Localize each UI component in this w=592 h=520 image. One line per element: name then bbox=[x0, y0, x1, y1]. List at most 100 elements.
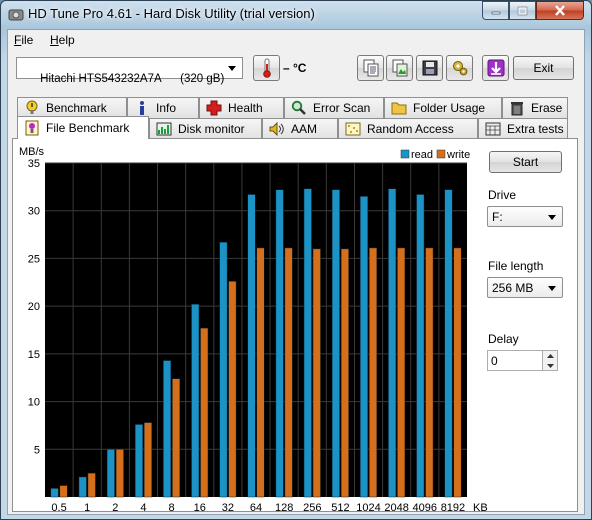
file-length-value: 256 MB bbox=[492, 281, 534, 295]
delay-spinner[interactable] bbox=[542, 350, 558, 371]
tab-label: AAM bbox=[291, 122, 318, 136]
x-tick-label: 256 bbox=[303, 502, 321, 513]
write-bar bbox=[87, 472, 96, 498]
x-tick-label: 8 bbox=[169, 502, 175, 513]
menu-help[interactable]: Help bbox=[50, 33, 75, 47]
read-bar bbox=[331, 189, 340, 498]
y-tick-label: 30 bbox=[28, 206, 40, 218]
read-legend-swatch bbox=[400, 149, 410, 159]
options-button[interactable] bbox=[446, 55, 473, 81]
read-bar bbox=[50, 488, 59, 498]
drive-selector-value: Hitachi HTS543232A7A (320 gB) bbox=[40, 73, 225, 85]
drive-selector-dropdown[interactable]: Hitachi HTS543232A7A (320 gB) bbox=[16, 57, 243, 85]
write-bar bbox=[143, 422, 152, 498]
copy-screenshot-button[interactable] bbox=[386, 55, 413, 81]
minimize-button[interactable] bbox=[482, 1, 509, 20]
tab-extra-tests[interactable]: Extra tests bbox=[478, 118, 568, 139]
maximize-button[interactable] bbox=[509, 1, 536, 20]
chevron-down-icon bbox=[545, 282, 559, 294]
delay-input[interactable]: 0 bbox=[487, 350, 543, 371]
app-disk-icon bbox=[8, 7, 24, 23]
read-bar bbox=[219, 241, 228, 498]
write-legend-swatch bbox=[436, 149, 446, 159]
spin-up-icon[interactable] bbox=[543, 351, 557, 361]
write-bar bbox=[369, 247, 378, 498]
write-bar bbox=[200, 327, 209, 498]
tab-benchmark[interactable]: Benchmark bbox=[17, 97, 127, 118]
write-legend-label: write bbox=[446, 149, 470, 161]
y-tick-label: 15 bbox=[28, 349, 40, 361]
tab-erase[interactable]: Erase bbox=[502, 97, 568, 118]
spin-down-icon[interactable] bbox=[543, 361, 557, 371]
read-bar bbox=[388, 188, 397, 498]
write-bar bbox=[340, 248, 349, 498]
temperature-readout: – °C bbox=[283, 61, 307, 75]
tab-error-scan[interactable]: Error Scan bbox=[284, 97, 384, 118]
read-bar bbox=[360, 196, 369, 498]
copy-image-icon bbox=[392, 59, 407, 77]
random-access-icon bbox=[345, 121, 361, 137]
close-button[interactable] bbox=[536, 1, 584, 20]
read-bar bbox=[247, 194, 256, 498]
write-bar bbox=[228, 281, 237, 498]
folder-icon bbox=[391, 100, 407, 116]
x-tick-label: 128 bbox=[275, 502, 293, 513]
drive-dropdown-value: F: bbox=[492, 210, 503, 224]
exit-button[interactable]: Exit bbox=[513, 56, 574, 80]
tab-file-benchmark[interactable]: File Benchmark bbox=[17, 116, 149, 139]
x-axis-unit: KB bbox=[473, 502, 488, 513]
warning-icon bbox=[24, 100, 40, 116]
extra-tests-icon bbox=[485, 121, 501, 137]
options-wrench-icon bbox=[452, 61, 467, 76]
y-tick-label: 10 bbox=[28, 397, 40, 409]
delay-label: Delay bbox=[488, 332, 519, 346]
write-bar bbox=[397, 247, 406, 498]
read-bar bbox=[191, 303, 200, 498]
y-axis-label: MB/s bbox=[19, 146, 45, 158]
read-bar bbox=[134, 424, 143, 498]
drive-dropdown[interactable]: F: bbox=[487, 206, 563, 227]
write-bar bbox=[172, 378, 181, 498]
tab-health[interactable]: Health bbox=[199, 97, 284, 118]
tab-label: Folder Usage bbox=[413, 101, 486, 115]
tab-aam[interactable]: AAM bbox=[262, 118, 338, 139]
title-bar[interactable]: HD Tune Pro 4.61 - Hard Disk Utility (tr… bbox=[1, 1, 591, 29]
file-length-dropdown[interactable]: 256 MB bbox=[487, 277, 563, 298]
floppy-disk-icon bbox=[422, 60, 437, 76]
tab-folder-usage[interactable]: Folder Usage bbox=[384, 97, 502, 118]
health-cross-icon bbox=[206, 100, 222, 116]
y-tick-label: 20 bbox=[28, 301, 40, 313]
application-window: HD Tune Pro 4.61 - Hard Disk Utility (tr… bbox=[0, 0, 592, 520]
tab-label: Disk monitor bbox=[178, 122, 245, 136]
tab-disk-monitor[interactable]: Disk monitor bbox=[149, 118, 262, 139]
menu-file[interactable]: File bbox=[14, 33, 33, 47]
y-tick-label: 35 bbox=[28, 158, 40, 170]
x-tick-label: 32 bbox=[222, 502, 234, 513]
disk-monitor-icon bbox=[156, 121, 172, 137]
tab-info[interactable]: Info bbox=[127, 97, 199, 118]
window-title: HD Tune Pro 4.61 - Hard Disk Utility (tr… bbox=[28, 6, 315, 21]
temperature-button[interactable] bbox=[253, 55, 280, 81]
read-bar bbox=[303, 188, 312, 498]
drive-label: Drive bbox=[488, 188, 517, 202]
save-button[interactable] bbox=[416, 55, 443, 81]
start-button[interactable]: Start bbox=[489, 151, 562, 173]
write-bar bbox=[256, 247, 265, 498]
tab-random-access[interactable]: Random Access bbox=[338, 118, 478, 139]
copy-info-button[interactable] bbox=[357, 55, 384, 81]
client-area: File Help Hitachi HTS543232A7A (320 gB) … bbox=[7, 29, 585, 515]
read-bar bbox=[163, 360, 172, 498]
exit-arrow-button[interactable] bbox=[482, 55, 509, 81]
write-bar bbox=[425, 247, 434, 498]
x-tick-label: 1024 bbox=[356, 502, 380, 513]
copy-text-icon bbox=[363, 59, 378, 77]
tab-label: Benchmark bbox=[46, 101, 107, 115]
close-icon bbox=[555, 5, 565, 16]
tab-label: File Benchmark bbox=[46, 121, 130, 135]
read-bar bbox=[106, 449, 115, 498]
x-tick-label: 64 bbox=[250, 502, 262, 513]
read-legend-label: read bbox=[411, 149, 433, 161]
tab-label: Extra tests bbox=[507, 122, 564, 136]
write-bar bbox=[59, 485, 68, 498]
purple-down-arrow-icon bbox=[487, 59, 504, 77]
